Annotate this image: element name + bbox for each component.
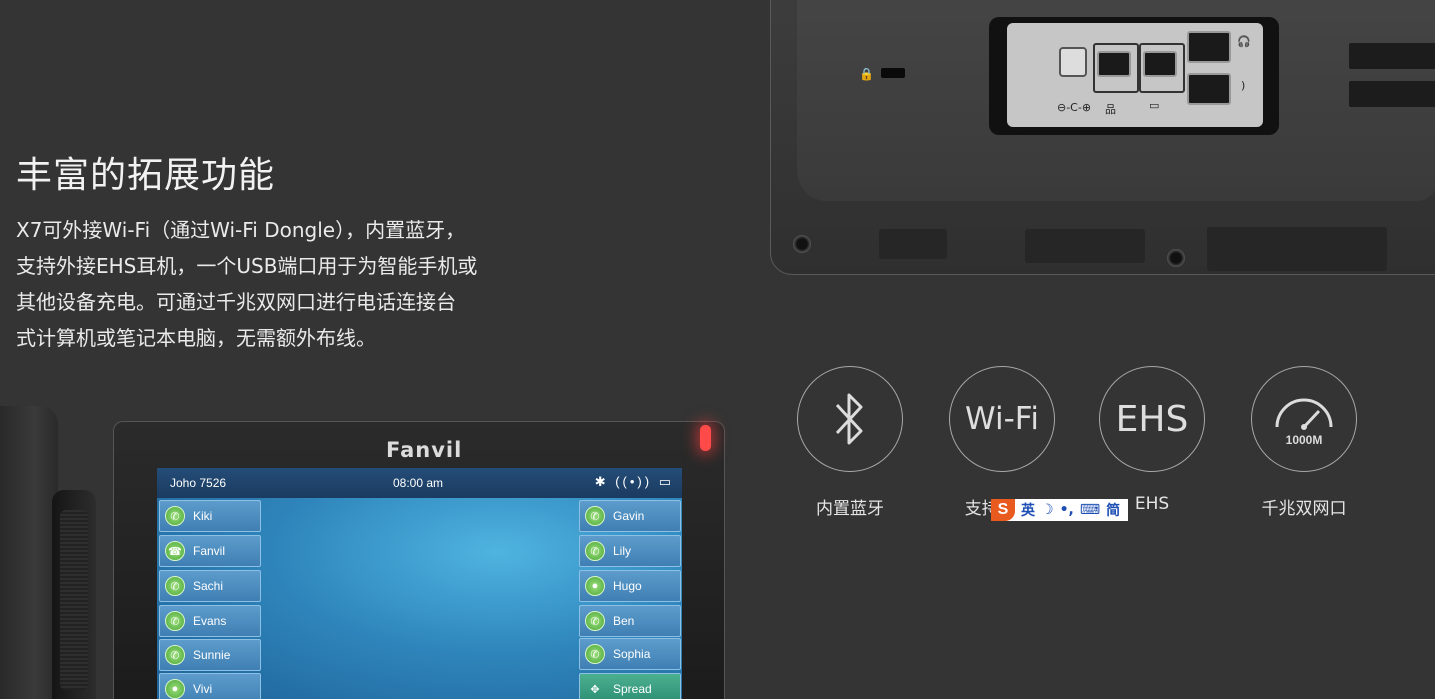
contact-icon: ✆	[165, 576, 185, 596]
button-label: Spread	[613, 682, 652, 696]
feature-label: 千兆双网口	[1261, 499, 1347, 519]
contact-name: Fanvil	[193, 544, 226, 558]
contact-button-sophia[interactable]: ✆ Sophia	[579, 638, 681, 670]
message-led	[700, 425, 711, 451]
speedometer-icon: 1000M	[1251, 366, 1357, 472]
sogou-logo-icon[interactable]: S	[991, 499, 1015, 521]
clock: 08:00 am	[393, 476, 444, 490]
handset-port	[1187, 73, 1231, 105]
contact-button-lily[interactable]: ✆ Lily	[579, 535, 681, 567]
speed-glyph: 1000M	[1285, 433, 1323, 447]
description-line: 其他设备充电。可通过千兆双网口进行电话连接台	[16, 290, 456, 314]
phone-back-panel-image: 🔒 ⊖-C-⊕ 品 ▭ 🎧 )	[770, 0, 1435, 275]
phone-status-bar: Joho 7526 08:00 am ✱ ((•)) ▭	[157, 468, 682, 498]
screw	[1167, 249, 1185, 267]
handset-image	[0, 406, 58, 699]
contact-icon: ✆	[165, 645, 185, 665]
contact-name: Lily	[613, 544, 632, 558]
section-description: X7可外接Wi-Fi（通过Wi-Fi Dongle），内置蓝牙， 支持外接EHS…	[16, 212, 536, 356]
lan-port	[1097, 51, 1131, 77]
contact-icon: ✆	[165, 611, 185, 631]
stand-rail	[1349, 81, 1435, 107]
feature-wifi: Wi-Fi 支持Wi-Fi	[949, 366, 1055, 519]
headset-port	[1187, 31, 1231, 63]
contact-button-ben[interactable]: ✆ Ben	[579, 605, 681, 637]
status-icons: ✱ ((•)) ▭	[594, 474, 674, 489]
ehs-text-icon: EHS	[1099, 366, 1205, 472]
contact-icon: ✆	[585, 611, 605, 631]
phone-screen: Joho 7526 08:00 am ✱ ((•)) ▭ ✆ Kiki ☎ Fanv…	[157, 468, 682, 699]
pc-label: ▭	[1149, 99, 1160, 112]
keyboard-icon[interactable]: ⌨	[1080, 502, 1100, 518]
contact-button-fanvil[interactable]: ☎ Fanvil	[159, 535, 261, 567]
product-page: 🔒 ⊖-C-⊕ 品 ▭ 🎧 ) 丰富的拓展功能 X7可外接Wi-Fi（通过Wi-…	[0, 0, 1435, 699]
brand-logo: Fanvil	[386, 438, 463, 462]
moon-icon[interactable]: ☽	[1041, 502, 1054, 518]
contact-button-gavin[interactable]: ✆ Gavin	[579, 500, 681, 532]
spread-button[interactable]: ✥ Spread	[579, 673, 681, 699]
contact-button-sunnie[interactable]: ✆ Sunnie	[159, 639, 261, 671]
contact-name: Sophia	[613, 647, 651, 661]
simplified-toggle[interactable]: 简	[1106, 500, 1120, 520]
description-line: 支持外接EHS耳机，一个USB端口用于为智能手机或	[16, 254, 478, 278]
rubber-foot	[1025, 229, 1145, 263]
power-label: ⊖-C-⊕	[1057, 101, 1092, 114]
contact-name: Ben	[613, 614, 635, 628]
lan-label: 品	[1105, 103, 1116, 116]
feature-gigabit: 1000M 千兆双网口	[1251, 366, 1357, 519]
lock-icon: 🔒	[859, 67, 874, 81]
contact-name: Vivi	[193, 682, 213, 696]
ime-toolbar[interactable]: S 英 ☽ •, ⌨ 简	[991, 499, 1128, 521]
phone-icon: ☎	[165, 541, 185, 561]
contact-name: Gavin	[613, 509, 645, 523]
headset-label-icon: 🎧	[1237, 35, 1251, 48]
feature-ehs: EHS EHS	[1099, 366, 1205, 514]
punctuation-toggle[interactable]: •,	[1060, 502, 1074, 518]
contact-name: Evans	[193, 614, 227, 628]
contact-icon: ✆	[585, 541, 605, 561]
description-line: 式计算机或笔记本电脑，无需额外布线。	[16, 326, 376, 350]
ime-lang-toggle[interactable]: 英	[1021, 500, 1035, 520]
contact-name: Sunnie	[193, 648, 231, 662]
wifi-glyph: Wi-Fi	[965, 401, 1039, 437]
ehs-glyph: EHS	[1115, 398, 1189, 440]
contact-button-evans[interactable]: ✆ Evans	[159, 605, 261, 637]
contact-name: Hugo	[613, 579, 642, 593]
rubber-foot	[1207, 227, 1387, 271]
handset-cradle	[52, 490, 96, 699]
speaker-grille	[60, 510, 88, 690]
screw	[793, 235, 811, 253]
contact-icon: ✆	[585, 644, 605, 664]
person-icon: ●	[165, 679, 185, 699]
security-slot	[881, 68, 905, 78]
account-label: Joho 7526	[170, 476, 227, 490]
spread-icon: ✥	[590, 683, 600, 696]
contact-button-sachi[interactable]: ✆ Sachi	[159, 570, 261, 602]
contact-button-hugo[interactable]: ● Hugo	[579, 570, 681, 602]
feature-bluetooth: 内置蓝牙	[797, 366, 903, 519]
contact-name: Kiki	[193, 509, 213, 523]
port-plate: ⊖-C-⊕ 品 ▭ 🎧 )	[1007, 23, 1263, 127]
wifi-text-icon: Wi-Fi	[949, 366, 1055, 472]
contact-icon: ✆	[585, 506, 605, 526]
stand-rail	[1349, 43, 1435, 69]
pc-port	[1143, 51, 1177, 77]
feature-label: 内置蓝牙	[816, 499, 884, 519]
bluetooth-icon	[797, 366, 903, 472]
contact-name: Sachi	[193, 579, 224, 593]
contact-button-vivi[interactable]: ● Vivi	[159, 673, 261, 699]
section-title: 丰富的拓展功能	[16, 155, 276, 196]
rubber-foot	[879, 229, 947, 259]
contact-button-kiki[interactable]: ✆ Kiki	[159, 500, 261, 532]
description-line: X7可外接Wi-Fi（通过Wi-Fi Dongle），内置蓝牙，	[16, 218, 466, 242]
person-icon: ●	[585, 576, 605, 596]
contact-icon: ✆	[165, 506, 185, 526]
handset-label-icon: )	[1241, 79, 1246, 92]
power-port	[1059, 47, 1087, 77]
